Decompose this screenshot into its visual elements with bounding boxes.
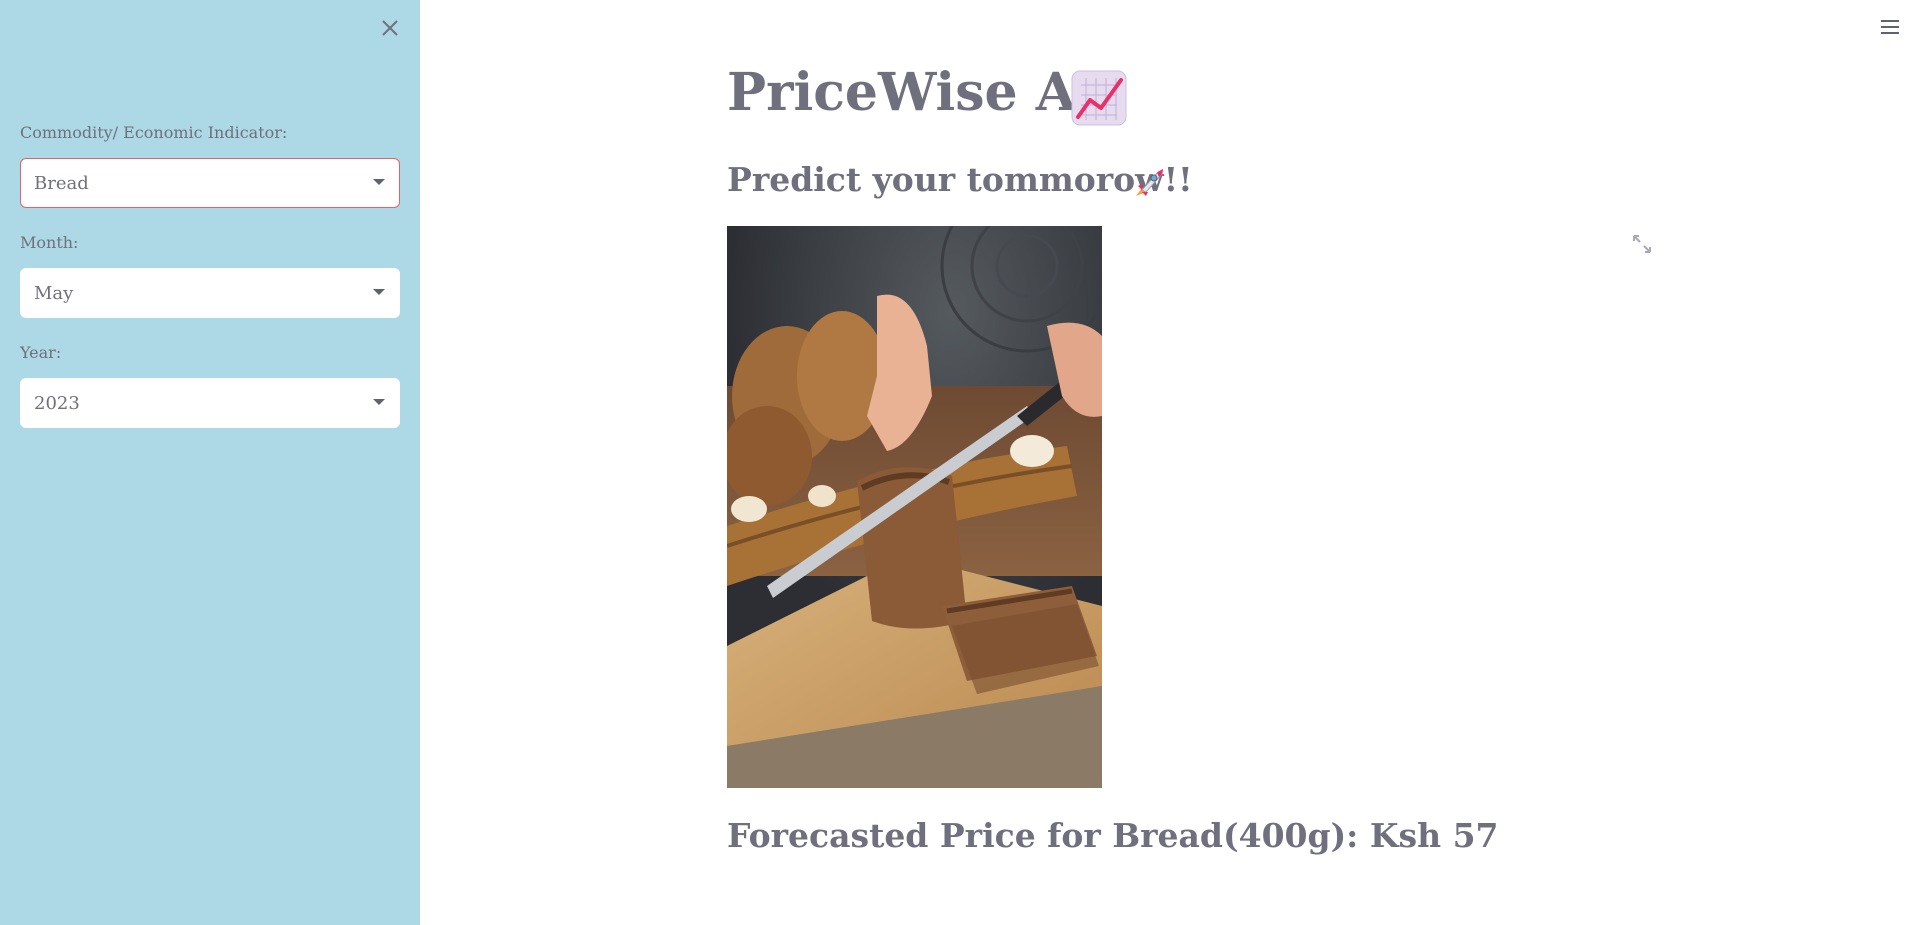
commodity-select[interactable]: Bread [20, 158, 400, 208]
page-subtitle: Predict your tommorow!! [727, 160, 1193, 199]
hamburger-menu-icon[interactable] [1879, 16, 1901, 38]
close-icon[interactable] [378, 16, 402, 40]
month-label: Month: [20, 233, 79, 252]
chevron-down-icon [373, 399, 385, 405]
sidebar: Commodity/ Economic Indicator: Bread Mon… [0, 0, 420, 925]
chart-increasing-icon [1071, 70, 1127, 126]
chevron-down-icon [373, 289, 385, 295]
month-select[interactable]: May [20, 268, 400, 318]
month-select-value: May [34, 282, 74, 304]
year-label: Year: [20, 343, 62, 362]
year-select[interactable]: 2023 [20, 378, 400, 428]
forecast-result: Forecasted Price for Bread(400g): Ksh 57 [727, 816, 1499, 855]
chevron-down-icon [373, 179, 385, 185]
rocket-icon [1136, 169, 1163, 196]
bread-photo [727, 226, 1102, 788]
commodity-select-value: Bread [34, 172, 89, 194]
year-select-value: 2023 [34, 392, 80, 414]
expand-icon[interactable] [1632, 234, 1652, 254]
page-title: PriceWise AI [727, 62, 1101, 123]
commodity-label: Commodity/ Economic Indicator: [20, 123, 288, 142]
